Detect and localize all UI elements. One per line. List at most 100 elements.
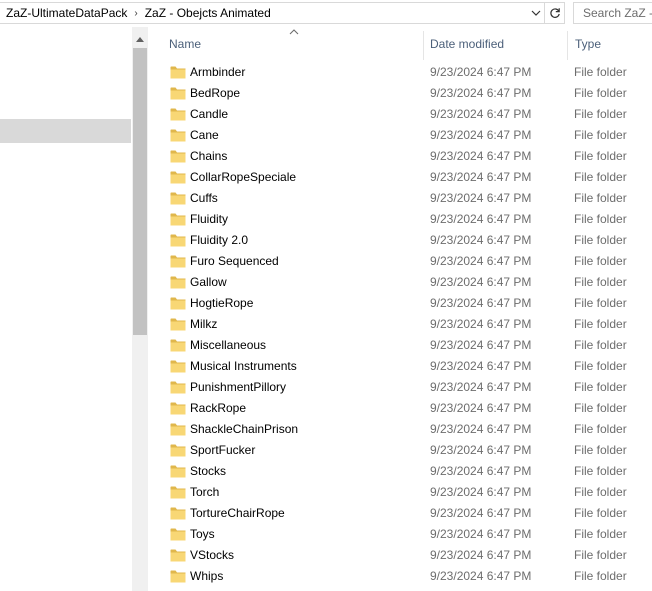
list-item[interactable]: Cane 9/23/2024 6:47 PM File folder <box>148 125 652 146</box>
folder-icon <box>170 381 186 394</box>
file-date-modified: 9/23/2024 6:47 PM <box>430 548 532 562</box>
file-name: Stocks <box>190 464 227 478</box>
file-date-modified: 9/23/2024 6:47 PM <box>430 506 532 520</box>
list-item[interactable]: Gallow 9/23/2024 6:47 PM File folder <box>148 272 652 293</box>
nav-selected-item[interactable] <box>0 119 131 143</box>
navigation-scrollbar[interactable] <box>132 27 148 591</box>
file-type: File folder <box>574 86 627 100</box>
folder-icon <box>170 276 186 289</box>
scroll-up-button[interactable] <box>132 31 148 47</box>
scrollbar-thumb[interactable] <box>133 48 147 335</box>
column-divider[interactable] <box>567 31 568 60</box>
list-item[interactable]: Toys 9/23/2024 6:47 PM File folder <box>148 524 652 545</box>
search-input[interactable] <box>574 3 652 23</box>
file-name: Milkz <box>190 317 218 331</box>
list-item[interactable]: ShackleChainPrison 9/23/2024 6:47 PM File … <box>148 419 652 440</box>
file-date-modified: 9/23/2024 6:47 PM <box>430 296 532 310</box>
folder-icon <box>170 66 186 79</box>
address-history-dropdown[interactable] <box>527 3 544 23</box>
file-name: Musical Instruments <box>190 359 297 373</box>
file-date-modified: 9/23/2024 6:47 PM <box>430 359 532 373</box>
file-name: Cane <box>190 128 219 142</box>
folder-icon <box>170 171 186 184</box>
folder-icon <box>170 444 186 457</box>
column-header-name[interactable]: Name <box>169 37 201 51</box>
folder-icon <box>170 549 186 562</box>
file-type: File folder <box>574 443 627 457</box>
file-type: File folder <box>574 170 627 184</box>
list-item[interactable]: HogtieRope 9/23/2024 6:47 PM File folder <box>148 293 652 314</box>
file-type: File folder <box>574 65 627 79</box>
folder-icon <box>170 150 186 163</box>
folder-icon <box>170 129 186 142</box>
list-item[interactable]: Stocks 9/23/2024 6:47 PM File folder <box>148 461 652 482</box>
file-list: Armbinder 9/23/2024 6:47 PM File folder Bed… <box>148 62 652 587</box>
list-item[interactable]: PunishmentPillory 9/23/2024 6:47 PM File f… <box>148 377 652 398</box>
list-item[interactable]: Armbinder 9/23/2024 6:47 PM File folder <box>148 62 652 83</box>
file-name: ShackleChainPrison <box>190 422 299 436</box>
file-name: BedRope <box>190 86 241 100</box>
file-name: Torch <box>190 485 220 499</box>
list-item[interactable]: Candle 9/23/2024 6:47 PM File folder <box>148 104 652 125</box>
file-date-modified: 9/23/2024 6:47 PM <box>430 443 532 457</box>
list-item[interactable]: Musical Instruments 9/23/2024 6:47 PM File… <box>148 356 652 377</box>
file-date-modified: 9/23/2024 6:47 PM <box>430 170 532 184</box>
folder-icon <box>170 192 186 205</box>
list-item[interactable]: TortureChairRope 9/23/2024 6:47 PM File fo… <box>148 503 652 524</box>
column-header-type[interactable]: Type <box>575 37 601 51</box>
file-name: Cuffs <box>190 191 218 205</box>
folder-icon <box>170 507 186 520</box>
chevron-right-icon[interactable]: › <box>131 8 140 19</box>
file-date-modified: 9/23/2024 6:47 PM <box>430 380 532 394</box>
list-item[interactable]: Fluidity 9/23/2024 6:47 PM File folder <box>148 209 652 230</box>
breadcrumb-item-current[interactable]: ZaZ - Obejcts Animated <box>141 6 275 20</box>
file-type: File folder <box>574 317 627 331</box>
file-date-modified: 9/23/2024 6:47 PM <box>430 485 532 499</box>
list-item[interactable]: Cuffs 9/23/2024 6:47 PM File folder <box>148 188 652 209</box>
list-item[interactable]: BedRope 9/23/2024 6:47 PM File folder <box>148 83 652 104</box>
navigation-pane <box>0 27 132 591</box>
list-item[interactable]: RackRope 9/23/2024 6:47 PM File folder <box>148 398 652 419</box>
file-date-modified: 9/23/2024 6:47 PM <box>430 464 532 478</box>
file-name: HogtieRope <box>190 296 254 310</box>
breadcrumb-item-parent[interactable]: ZaZ-UltimateDataPack <box>0 6 131 20</box>
list-item[interactable]: Milkz 9/23/2024 6:47 PM File folder <box>148 314 652 335</box>
caret-up-icon <box>136 36 144 42</box>
file-date-modified: 9/23/2024 6:47 PM <box>430 149 532 163</box>
file-type: File folder <box>574 191 627 205</box>
folder-icon <box>170 87 186 100</box>
file-name: RackRope <box>190 401 247 415</box>
list-item[interactable]: Furo Sequenced 9/23/2024 6:47 PM File fold… <box>148 251 652 272</box>
folder-icon <box>170 318 186 331</box>
list-item[interactable]: Torch 9/23/2024 6:47 PM File folder <box>148 482 652 503</box>
column-header-date-modified[interactable]: Date modified <box>430 37 504 51</box>
file-type: File folder <box>574 380 627 394</box>
file-date-modified: 9/23/2024 6:47 PM <box>430 317 532 331</box>
sort-ascending-icon <box>289 29 299 35</box>
list-item[interactable]: VStocks 9/23/2024 6:47 PM File folder <box>148 545 652 566</box>
file-type: File folder <box>574 569 627 583</box>
list-item[interactable]: Fluidity 2.0 9/23/2024 6:47 PM File folder <box>148 230 652 251</box>
breadcrumb[interactable]: ZaZ-UltimateDataPack › ZaZ - Obejcts Ani… <box>0 2 545 24</box>
folder-icon <box>170 402 186 415</box>
file-type: File folder <box>574 233 627 247</box>
file-name: VStocks <box>190 548 235 562</box>
refresh-button[interactable] <box>545 2 565 24</box>
column-header-row: Name Date modified Type <box>148 27 652 60</box>
file-date-modified: 9/23/2024 6:47 PM <box>430 527 532 541</box>
file-name: Armbinder <box>190 65 246 79</box>
list-item[interactable]: SportFucker 9/23/2024 6:47 PM File folder <box>148 440 652 461</box>
file-type: File folder <box>574 107 627 121</box>
file-name: Toys <box>190 527 215 541</box>
file-date-modified: 9/23/2024 6:47 PM <box>430 233 532 247</box>
folder-icon <box>170 234 186 247</box>
file-name: PunishmentPillory <box>190 380 287 394</box>
list-item[interactable]: Chains 9/23/2024 6:47 PM File folder <box>148 146 652 167</box>
list-item[interactable]: Miscellaneous 9/23/2024 6:47 PM File folde… <box>148 335 652 356</box>
search-box[interactable] <box>573 2 652 24</box>
file-date-modified: 9/23/2024 6:47 PM <box>430 212 532 226</box>
list-item[interactable]: Whips 9/23/2024 6:47 PM File folder <box>148 566 652 587</box>
list-item[interactable]: CollarRopeSpeciale 9/23/2024 6:47 PM File … <box>148 167 652 188</box>
folder-icon <box>170 213 186 226</box>
column-divider[interactable] <box>423 31 424 60</box>
